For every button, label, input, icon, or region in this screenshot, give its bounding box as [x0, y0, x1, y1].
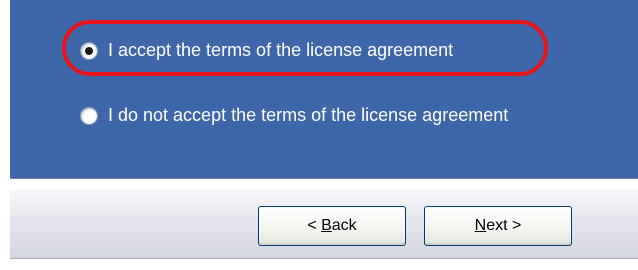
accept-license-option[interactable]: I accept the terms of the license agreem… [80, 40, 453, 61]
back-button-mnemonic: B [321, 217, 332, 234]
next-button-mnemonic: N [474, 217, 487, 234]
radio-selected-dot [85, 46, 93, 55]
next-button-label: ext > [486, 217, 522, 234]
back-button-prefix: < [307, 217, 322, 234]
back-button[interactable]: < Back [258, 206, 406, 246]
accept-license-label[interactable]: I accept the terms of the license agreem… [108, 40, 453, 61]
separator-line [10, 178, 638, 179]
next-button[interactable]: Next > [424, 206, 572, 246]
back-button-label: ack [331, 217, 357, 234]
accept-radio-button[interactable] [80, 41, 98, 60]
decline-license-option[interactable]: I do not accept the terms of the license… [80, 105, 508, 126]
decline-radio-button[interactable] [80, 106, 98, 125]
decline-license-label[interactable]: I do not accept the terms of the license… [108, 105, 508, 126]
separator-highlight [10, 188, 638, 190]
wizard-button-bar: < Back Next > [10, 190, 638, 259]
